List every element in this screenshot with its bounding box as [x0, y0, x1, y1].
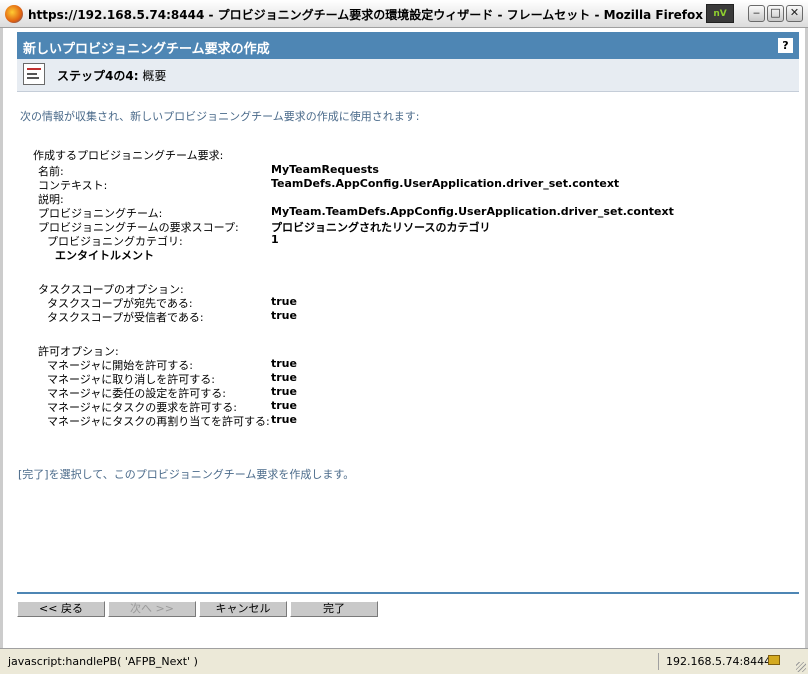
- window-titlebar: https://192.168.5.74:8444 - プロビジョニングチーム要…: [0, 0, 808, 28]
- step-name: 概要: [142, 69, 167, 83]
- page-frame: 新しいプロビジョニングチーム要求の作成 ? ステップ4の4: 概要 次の情報が収…: [0, 28, 808, 648]
- status-text: javascript:handlePB( 'AFPB_Next' ): [8, 655, 198, 668]
- step-bar: ステップ4の4: 概要: [17, 59, 799, 92]
- finish-instruction: [完了]を選択して、このプロビジョニングチーム要求を作成します。: [18, 468, 355, 481]
- wizard-step-icon: [23, 63, 45, 85]
- status-host: 192.168.5.74:8444: [666, 655, 772, 668]
- intro-text: 次の情報が収集され、新しいプロビジョニングチーム要求の作成に使用されます:: [20, 110, 420, 123]
- window-title: https://192.168.5.74:8444 - プロビジョニングチーム要…: [28, 8, 703, 22]
- minimize-button[interactable]: ‒: [748, 5, 765, 22]
- status-separator: [658, 653, 659, 670]
- permission-cancel-value: true: [271, 371, 297, 384]
- task-scope-recipient-value: true: [271, 295, 297, 308]
- nvidia-tray-icon[interactable]: nV: [706, 4, 734, 23]
- task-scope-addressee-value: true: [271, 309, 297, 322]
- firefox-icon: [5, 5, 23, 23]
- cancel-button[interactable]: キャンセル: [199, 601, 287, 617]
- help-icon[interactable]: ?: [778, 38, 793, 53]
- close-button[interactable]: ✕: [786, 5, 803, 22]
- permission-reassign-value: true: [271, 413, 297, 426]
- team-value: MyTeam.TeamDefs.AppConfig.UserApplicatio…: [271, 205, 674, 218]
- next-button[interactable]: 次へ >>: [108, 601, 196, 617]
- footer-divider: [17, 592, 799, 594]
- context-value: TeamDefs.AppConfig.UserApplication.drive…: [271, 177, 620, 190]
- back-button[interactable]: << 戻る: [17, 601, 105, 617]
- scope-value: プロビジョニングされたリソースのカテゴリ: [271, 221, 491, 234]
- maximize-button[interactable]: □: [767, 5, 784, 22]
- wizard-header: 新しいプロビジョニングチーム要求の作成 ?: [17, 32, 799, 59]
- entitlement-value: エンタイトルメント: [55, 249, 154, 262]
- summary-heading: 作成するプロビジョニングチーム要求:: [33, 149, 224, 162]
- lock-icon[interactable]: [768, 655, 780, 665]
- task-scope-addressee-label: タスクスコープが受信者である:: [47, 311, 204, 324]
- permission-reassign-label: マネージャにタスクの再割り当てを許可する:: [47, 415, 270, 428]
- step-number: ステップ4の4:: [57, 69, 139, 83]
- finish-button[interactable]: 完了: [290, 601, 378, 617]
- status-bar: javascript:handlePB( 'AFPB_Next' ) 192.1…: [0, 648, 808, 674]
- name-value: MyTeamRequests: [271, 163, 379, 176]
- resize-grip-icon[interactable]: [796, 662, 806, 672]
- permission-start-value: true: [271, 357, 297, 370]
- permission-claim-value: true: [271, 399, 297, 412]
- step-indicator: ステップ4の4: 概要: [57, 67, 166, 84]
- permission-delegate-value: true: [271, 385, 297, 398]
- category-value: 1: [271, 233, 279, 246]
- page-title: 新しいプロビジョニングチーム要求の作成: [23, 42, 270, 57]
